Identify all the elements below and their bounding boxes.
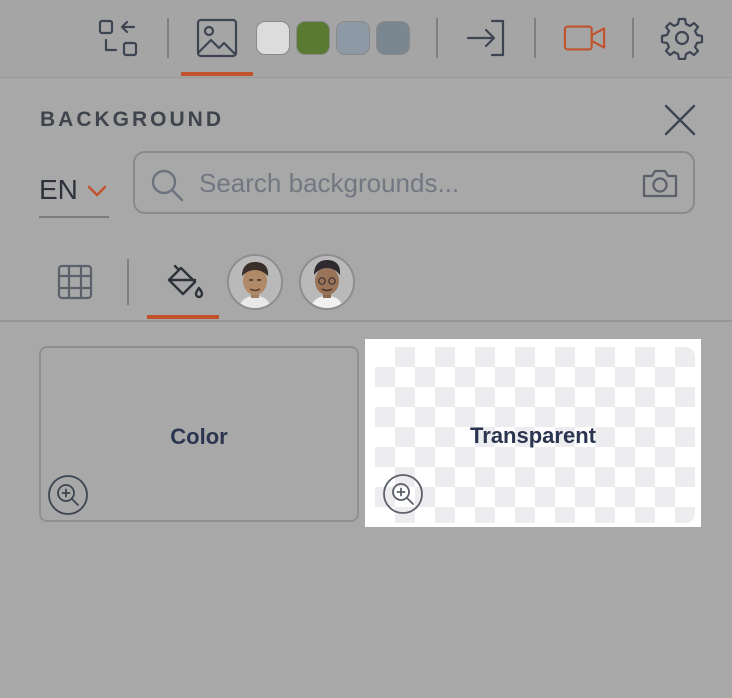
zoom-in-icon [383,474,423,514]
card-label-color: Color [170,424,228,449]
zoom-button[interactable] [382,473,424,515]
tab-avatar-2[interactable] [299,254,355,310]
video-button[interactable] [563,16,607,60]
switch-layout-button[interactable] [96,16,140,60]
sign-in-button[interactable] [464,16,508,60]
avatar-1 [229,256,281,308]
search-icon [151,169,184,202]
color-swatch-2[interactable] [296,21,330,55]
toolbar-active-indicator [181,72,253,76]
search-box [133,151,695,214]
image-icon [196,18,238,58]
switch-layout-icon [98,19,138,57]
close-icon [664,104,696,136]
card-transparent[interactable]: Transparent [365,339,701,527]
toolbar-divider [632,18,634,58]
sign-in-icon [466,19,505,57]
zoom-button[interactable] [47,474,89,516]
top-toolbar [0,0,732,78]
settings-button[interactable] [660,16,704,60]
camera-icon[interactable] [641,165,679,201]
color-swatch-1[interactable] [256,21,290,55]
card-color[interactable]: Color [39,346,359,522]
zoom-in-icon [48,475,88,515]
card-label-transparent: Transparent [470,423,596,448]
color-swatch-4[interactable] [376,21,410,55]
chevron-down-icon [87,185,107,197]
toolbar-divider [534,18,536,58]
panel-title: BACKGROUND [40,108,224,131]
gear-icon [660,17,704,60]
toolbar-divider [167,18,169,58]
search-input[interactable] [199,163,629,203]
grid-icon [57,264,93,300]
language-select[interactable]: EN [39,164,109,218]
toolbar-divider [436,18,438,58]
video-camera-icon [563,25,606,51]
background-button[interactable] [195,16,239,60]
tab-grid[interactable] [47,254,103,310]
tab-divider [127,259,129,305]
close-button[interactable] [660,100,700,140]
paint-bucket-icon [167,264,204,299]
tab-color[interactable] [155,254,211,310]
language-value: EN [39,174,78,205]
tab-active-indicator [147,315,219,319]
avatar-2 [301,256,353,308]
tab-avatar-1[interactable] [227,254,283,310]
color-swatch-3[interactable] [336,21,370,55]
tabs-divider [0,320,732,322]
